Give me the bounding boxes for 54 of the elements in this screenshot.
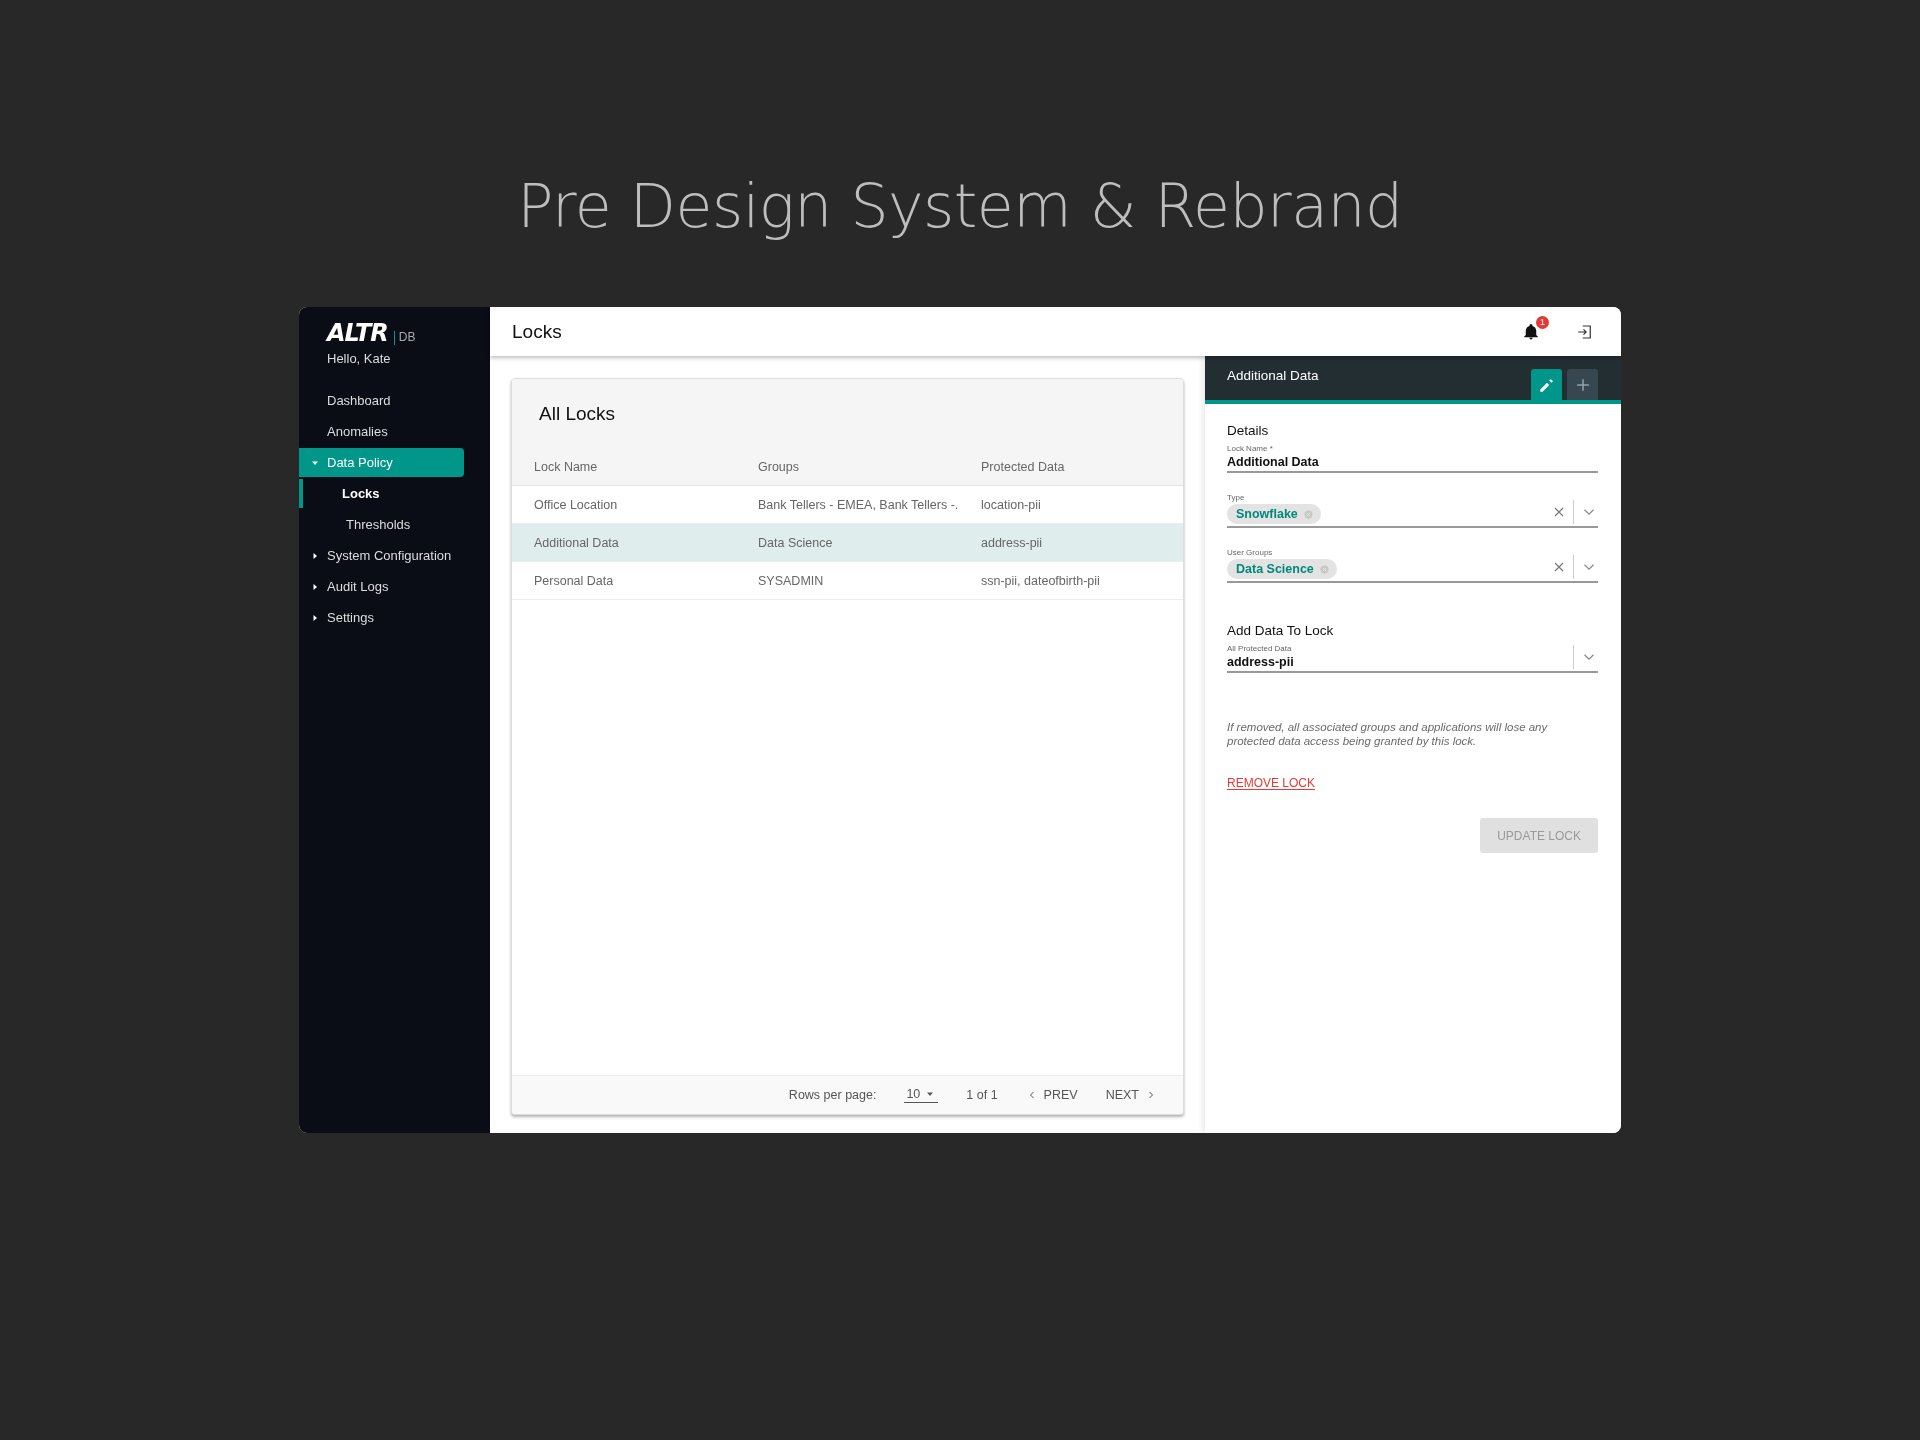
table-cell-text: address-pii <box>980 535 1044 550</box>
table-row[interactable]: Additional Data Data Science address-pii <box>512 524 1183 562</box>
table-row[interactable]: Office Location Bank Tellers - EMEA, Bank Tellers -. location-pii <box>512 486 1183 524</box>
remove-lock-link[interactable]: REMOVE LOCK <box>1227 776 1316 790</box>
form-field[interactable]: All Protected Data address-pii <box>1227 644 1598 673</box>
nav-item[interactable]: Dashboard <box>299 386 464 415</box>
field-value: address-pii <box>1227 655 1295 669</box>
table-row[interactable]: Personal Data SYSADMIN ssn-pii, dateofbirth-pii <box>512 562 1183 600</box>
nav-item[interactable]: Audit Logs <box>299 572 464 601</box>
rows-per-page-select[interactable]: 10 <box>904 1087 939 1103</box>
panel-title: Additional Data <box>1227 367 1320 383</box>
column-header: Protected Data <box>980 459 1066 474</box>
table-cell-text: Bank Tellers - EMEA, Bank Tellers -. <box>757 497 959 512</box>
product-label: DB <box>393 331 416 345</box>
nav-item[interactable]: System Configuration <box>299 541 464 570</box>
page-title: Locks <box>512 320 563 343</box>
slide-title: Pre Design System & Rebrand <box>516 170 1404 243</box>
field-label: Type <box>1227 493 1246 502</box>
bell-icon[interactable] <box>1522 322 1540 341</box>
field-label: Lock Name * <box>1227 444 1274 453</box>
rows-per-page-label: Rows per page: <box>788 1088 877 1102</box>
brand-logo: ALTR <box>327 321 388 345</box>
form-field[interactable]: Lock Name * Additional Data <box>1227 444 1598 473</box>
nav-subitem[interactable]: Thresholds <box>299 510 464 539</box>
nav-item[interactable]: Settings <box>299 603 464 632</box>
column-header: Groups <box>757 459 800 474</box>
next-button[interactable]: NEXT <box>1105 1088 1157 1102</box>
form-field[interactable]: User Groups Data Science <box>1227 548 1598 583</box>
table-cell-text: SYSADMIN <box>757 573 825 588</box>
greeting: Hello, Kate <box>327 351 391 366</box>
page-info: 1 of 1 <box>966 1088 998 1102</box>
prev-button[interactable]: PREV <box>1025 1088 1078 1102</box>
field-label: All Protected Data <box>1227 644 1293 653</box>
table-cell-text: Office Location <box>533 497 619 512</box>
table-cell-text: location-pii <box>980 497 1042 512</box>
table-cell-text: ssn-pii, dateofbirth-pii <box>980 573 1101 588</box>
nav-item[interactable]: Anomalies <box>299 417 464 446</box>
add-tab[interactable] <box>1567 369 1598 400</box>
card-title: All Locks <box>539 403 617 425</box>
section-heading: Add Data To Lock <box>1227 623 1335 638</box>
table-cell-text: Personal Data <box>533 573 615 588</box>
notification-badge: 1 <box>1536 315 1549 329</box>
edit-tab[interactable] <box>1531 369 1562 400</box>
warning-text: If removed, all associated groups and applications will lose any protected data access being granted by this lock. <box>1227 720 1549 748</box>
table-cell-text: Additional Data <box>533 535 620 550</box>
section-heading: Details <box>1227 423 1270 438</box>
form-field[interactable]: Type Snowflake <box>1227 493 1598 528</box>
field-value: Additional Data <box>1227 455 1320 469</box>
field-label: User Groups <box>1227 548 1274 557</box>
nav-item[interactable]: Data Policy <box>299 448 464 477</box>
nav-subitem[interactable]: Locks <box>299 479 464 508</box>
logout-icon[interactable] <box>1576 322 1594 341</box>
column-header: Lock Name <box>533 459 599 474</box>
table-cell-text: Data Science <box>757 535 834 550</box>
